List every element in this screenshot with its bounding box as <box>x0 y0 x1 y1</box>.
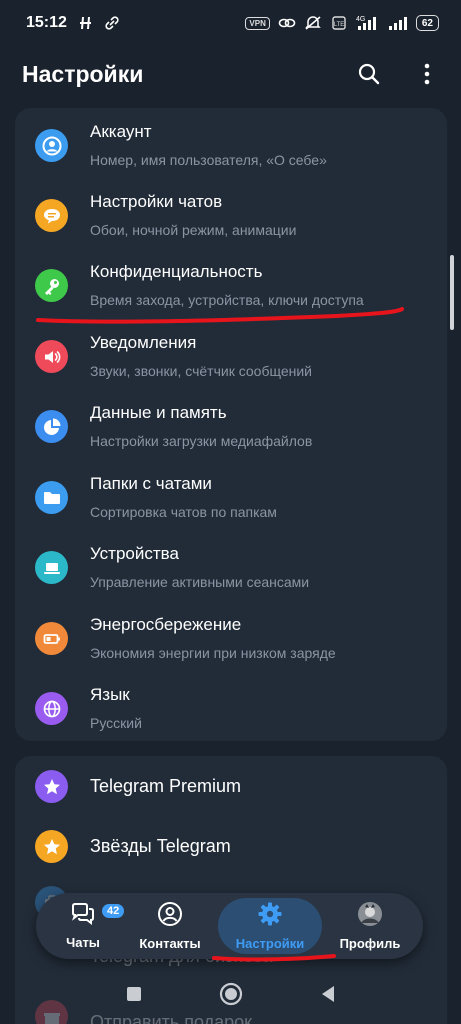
settings-item-data-storage[interactable]: Данные и память Настройки загрузки медиа… <box>15 391 447 461</box>
settings-item-title: Аккаунт <box>90 122 152 141</box>
settings-item-subtitle: Сортировка чатов по папкам <box>90 504 277 520</box>
system-navigation-bar <box>0 972 461 1020</box>
link-status-icon <box>278 15 296 31</box>
settings-card: Аккаунт Номер, имя пользователя, «О себе… <box>15 108 447 741</box>
app-notification-icon <box>77 15 95 31</box>
app-header: Настройки <box>0 46 461 102</box>
page-title: Настройки <box>22 60 144 87</box>
nav-label: Чаты <box>66 935 100 950</box>
nav-label: Контакты <box>139 936 201 951</box>
status-bar: 15:12 VPN LTE 4G 62 <box>0 0 461 46</box>
settings-item-title: Энергосбережение <box>90 615 242 634</box>
settings-item-language[interactable]: Язык Русский <box>15 673 447 743</box>
folder-icon <box>35 481 68 514</box>
back-button[interactable] <box>319 984 337 1009</box>
star-icon <box>35 770 68 803</box>
nav-item-chats[interactable]: Чаты 42 <box>54 893 127 959</box>
nav-label: Настройки <box>235 936 305 951</box>
settings-item-subtitle: Русский <box>90 715 142 731</box>
settings-item-title: Настройки чатов <box>90 192 223 211</box>
contacts-icon <box>157 901 183 932</box>
nav-label: Профиль <box>339 936 401 951</box>
gear-icon <box>257 901 283 932</box>
vpn-badge: VPN <box>245 16 270 30</box>
settings-item-subtitle: Обои, ночной режим, анимации <box>90 222 297 238</box>
search-icon[interactable] <box>355 60 383 88</box>
nav-item-profile[interactable]: Профиль <box>332 893 408 959</box>
settings-item-title: Данные и память <box>90 403 227 422</box>
settings-item-chat-folders[interactable]: Папки с чатами Сортировка чатов по папка… <box>15 462 447 532</box>
svg-text:LTE: LTE <box>334 22 345 28</box>
settings-item-subtitle: Экономия энергии при низком заряде <box>90 645 336 661</box>
star-icon <box>35 830 68 863</box>
account-icon <box>35 129 68 162</box>
status-time: 15:12 <box>26 14 67 31</box>
settings-item-title: Язык <box>90 685 130 704</box>
speaker-icon <box>35 340 68 373</box>
more-vert-icon[interactable] <box>413 60 441 88</box>
settings-item-title: Папки с чатами <box>90 474 212 493</box>
settings-item-chat-settings[interactable]: Настройки чатов Обои, ночной режим, аним… <box>15 180 447 250</box>
signal-icon: 4G <box>356 15 380 31</box>
avatar <box>357 901 383 932</box>
settings-item-title: Звёзды Telegram <box>90 836 231 856</box>
link-icon <box>103 15 121 31</box>
settings-item-subtitle: Настройки загрузки медиафайлов <box>90 433 313 449</box>
unread-badge: 42 <box>100 902 127 920</box>
settings-item-power-saving[interactable]: Энергосбережение Экономия энергии при ни… <box>15 603 447 673</box>
svg-text:4G: 4G <box>356 16 365 23</box>
settings-item-title: Уведомления <box>90 333 197 352</box>
globe-icon <box>35 692 68 725</box>
scrollbar-thumb[interactable] <box>450 255 454 330</box>
recents-button[interactable] <box>125 985 143 1008</box>
laptop-icon <box>35 551 68 584</box>
annotation-underline <box>36 307 404 324</box>
volte-icon: LTE <box>330 15 348 31</box>
nav-item-contacts[interactable]: Контакты <box>132 893 208 959</box>
settings-item-devices[interactable]: Устройства Управление активными сеансами <box>15 532 447 602</box>
key-icon <box>35 269 68 302</box>
settings-item-title: Telegram Premium <box>90 776 242 796</box>
pie-chart-icon <box>35 410 68 443</box>
chat-bubble-icon <box>35 199 68 232</box>
annotation-underline <box>212 954 336 962</box>
home-button[interactable] <box>219 982 243 1011</box>
settings-item-account[interactable]: Аккаунт Номер, имя пользователя, «О себе… <box>15 110 447 180</box>
battery-indicator: 62 <box>415 15 439 31</box>
battery-icon <box>35 622 68 655</box>
chats-icon <box>69 902 97 931</box>
signal-2-icon <box>388 15 408 31</box>
settings-item-subtitle: Управление активными сеансами <box>90 574 310 590</box>
settings-item-title: Устройства <box>90 544 179 563</box>
settings-item-notifications[interactable]: Уведомления Звуки, звонки, счётчик сообщ… <box>15 321 447 391</box>
settings-item-title: Конфиденциальность <box>90 262 263 281</box>
settings-item-subtitle: Звуки, звонки, счётчик сообщений <box>90 363 312 379</box>
mute-icon <box>304 15 322 31</box>
settings-item-subtitle: Номер, имя пользователя, «О себе» <box>90 152 327 168</box>
